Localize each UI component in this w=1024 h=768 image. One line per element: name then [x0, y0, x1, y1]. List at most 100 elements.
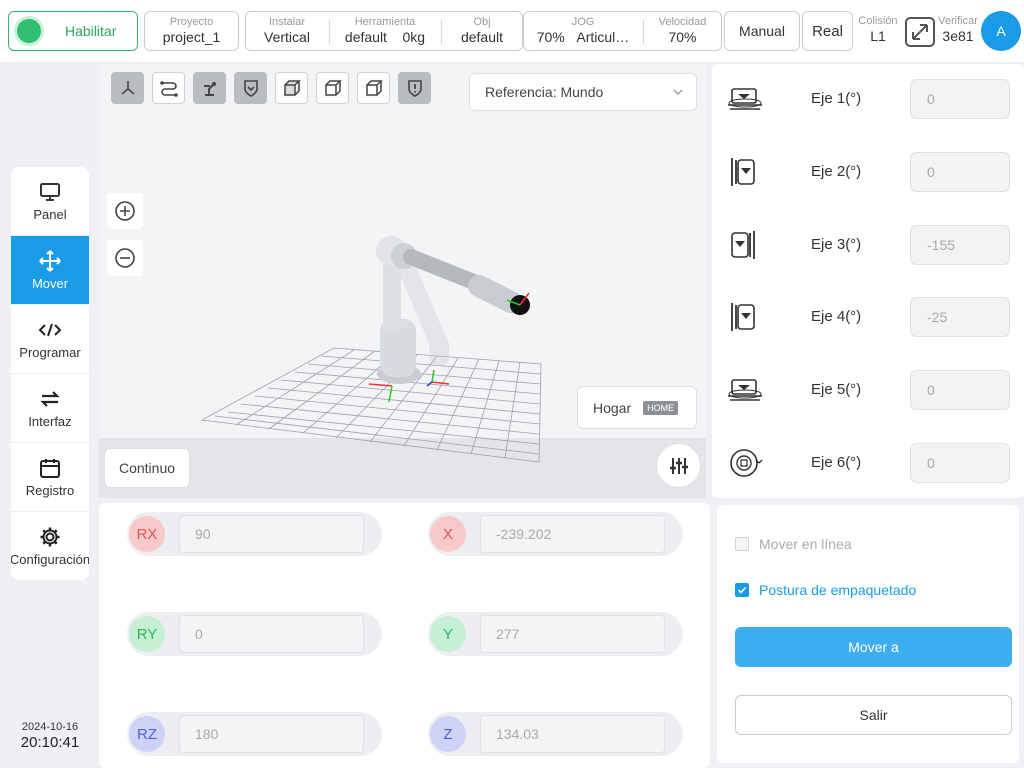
- verify-indicator[interactable]: Verificar 3e81: [936, 11, 980, 49]
- avatar-letter: A: [996, 23, 1006, 39]
- real-label: Real: [812, 22, 843, 40]
- collision-value: L1: [870, 28, 886, 44]
- joint-label: Eje 3(°): [811, 236, 862, 253]
- cube-top-view-icon[interactable]: [357, 72, 390, 104]
- fullscreen-icon[interactable]: [904, 16, 936, 48]
- rx-input[interactable]: [179, 515, 364, 553]
- enable-button[interactable]: Habilitar: [8, 11, 138, 51]
- obj-key: Obj: [473, 16, 491, 28]
- date-time: 2024-10-16 20:10:41: [10, 721, 90, 751]
- robot-model: [368, 236, 530, 403]
- robot-arm-icon[interactable]: [193, 72, 226, 104]
- jog-speed-group[interactable]: JOG 70% Articul… Velocidad 70%: [523, 11, 722, 51]
- cube-front-view-icon[interactable]: [275, 72, 308, 104]
- move-to-button[interactable]: Mover a: [735, 627, 1012, 667]
- install-key: Instalar: [268, 16, 306, 28]
- floor-grid: [200, 347, 542, 463]
- install-tool-obj-group[interactable]: Instalar Vertical Herramienta default 0k…: [245, 11, 523, 51]
- sidebar-item-interface[interactable]: Interfaz: [11, 374, 89, 443]
- pose-row-x: X: [428, 512, 683, 556]
- user-avatar[interactable]: A: [981, 11, 1021, 51]
- manual-mode-button[interactable]: Manual: [724, 11, 800, 51]
- joint-6-input[interactable]: [910, 443, 1010, 483]
- zoom-out-icon: [115, 248, 135, 268]
- joint-row-5: Eje 5(°): [712, 370, 1024, 410]
- warning-shield-icon[interactable]: [398, 72, 431, 104]
- home-button[interactable]: Hogar HOME: [577, 386, 697, 429]
- date-text: 2024-10-16: [21, 721, 79, 733]
- sidebar-nav: Panel Mover Programar Interfaz Registro …: [11, 167, 89, 580]
- enable-label: Habilitar: [65, 23, 117, 39]
- safety-shield-icon[interactable]: [234, 72, 267, 104]
- continuous-button[interactable]: Continuo: [104, 448, 190, 488]
- exit-button[interactable]: Salir: [735, 695, 1012, 735]
- install-value: Vertical: [264, 29, 310, 45]
- y-input[interactable]: [480, 615, 665, 653]
- collision-indicator[interactable]: Colisión L1: [854, 11, 902, 49]
- robot-scene: [200, 236, 542, 463]
- move-linear-checkbox[interactable]: Mover en línea: [735, 536, 852, 552]
- sidebar-item-label: Configuración: [11, 552, 89, 567]
- sidebar-item-label: Registro: [25, 482, 75, 498]
- view-settings-button[interactable]: [656, 443, 701, 488]
- reference-frame-select[interactable]: Referencia: Mundo: [469, 73, 697, 111]
- joint-row-6: Eje 6(°): [712, 443, 1024, 483]
- joint-4-input[interactable]: [910, 297, 1010, 337]
- joint-row-3: Eje 3(°): [712, 225, 1024, 265]
- joint-label: Eje 1(°): [811, 90, 862, 107]
- move-to-panel: Mover en línea Postura de empaquetado Mo…: [717, 505, 1019, 763]
- continuous-label: Continuo: [118, 460, 176, 476]
- joint-label: Eje 5(°): [811, 381, 862, 398]
- sidebar-item-log[interactable]: Registro: [11, 443, 89, 512]
- top-status-bar: Habilitar Proyecto project_1 Instalar Ve…: [0, 0, 1024, 62]
- z-input[interactable]: [480, 715, 665, 753]
- gear-icon: [39, 526, 61, 548]
- sidebar-item-program[interactable]: Programar: [11, 305, 89, 374]
- joint-flange-icon: [730, 449, 763, 477]
- joint-shoulder-icon: [731, 158, 755, 186]
- move-to-label: Mover a: [848, 639, 899, 655]
- joint-elbow-icon: [731, 231, 755, 259]
- joint-label: Eje 2(°): [811, 163, 862, 180]
- sliders-icon: [669, 457, 688, 474]
- joint-control-panel: Eje 1(°) Eje 2(°) Eje 3(°) Eje 4(°) Eje …: [712, 64, 1024, 498]
- rx-tag: RX: [129, 516, 165, 552]
- x-tag: X: [430, 516, 466, 552]
- path-toggle-icon[interactable]: [152, 72, 185, 104]
- tool-payload: 0kg: [402, 29, 426, 45]
- zoom-out-button[interactable]: [107, 240, 143, 276]
- cube-side-view-icon[interactable]: [316, 72, 349, 104]
- sidebar-item-settings[interactable]: Configuración: [11, 512, 89, 580]
- joint-3-input[interactable]: [910, 225, 1010, 265]
- jog-mode: Articul…: [576, 29, 630, 45]
- packing-pose-checkbox[interactable]: Postura de empaquetado: [735, 582, 916, 598]
- real-mode-button[interactable]: Real: [802, 11, 853, 51]
- check-icon: [737, 586, 747, 594]
- tool-key: Herramienta: [354, 16, 416, 28]
- swap-icon: [39, 388, 61, 410]
- manual-label: Manual: [739, 23, 785, 39]
- pose-row-y: Y: [428, 612, 683, 656]
- pose-row-z: Z: [428, 712, 683, 756]
- x-input[interactable]: [480, 515, 665, 553]
- robot-3d-view[interactable]: Referencia: Mundo Hogar HOME Continuo: [99, 64, 706, 498]
- view-axes-icon[interactable]: [111, 72, 144, 104]
- joint-wrist1-icon: [731, 303, 755, 331]
- project-value: project_1: [162, 29, 221, 45]
- rz-input[interactable]: [179, 715, 364, 753]
- collision-key: Colisión: [858, 15, 898, 27]
- sidebar-item-move[interactable]: Mover: [11, 236, 89, 305]
- joint-1-input[interactable]: [910, 79, 1010, 119]
- home-badge: HOME: [643, 400, 679, 415]
- joint-5-input[interactable]: [910, 370, 1010, 410]
- home-label: Hogar: [593, 399, 632, 416]
- joint-label: Eje 6(°): [811, 454, 862, 471]
- joint-label: Eje 4(°): [811, 308, 862, 325]
- joint-2-input[interactable]: [910, 152, 1010, 192]
- project-selector[interactable]: Proyecto project_1: [144, 11, 239, 51]
- code-icon: [38, 319, 62, 341]
- ry-input[interactable]: [179, 615, 364, 653]
- zoom-in-button[interactable]: [107, 193, 143, 229]
- enable-status-indicator: [17, 19, 41, 43]
- sidebar-item-panel[interactable]: Panel: [11, 167, 89, 236]
